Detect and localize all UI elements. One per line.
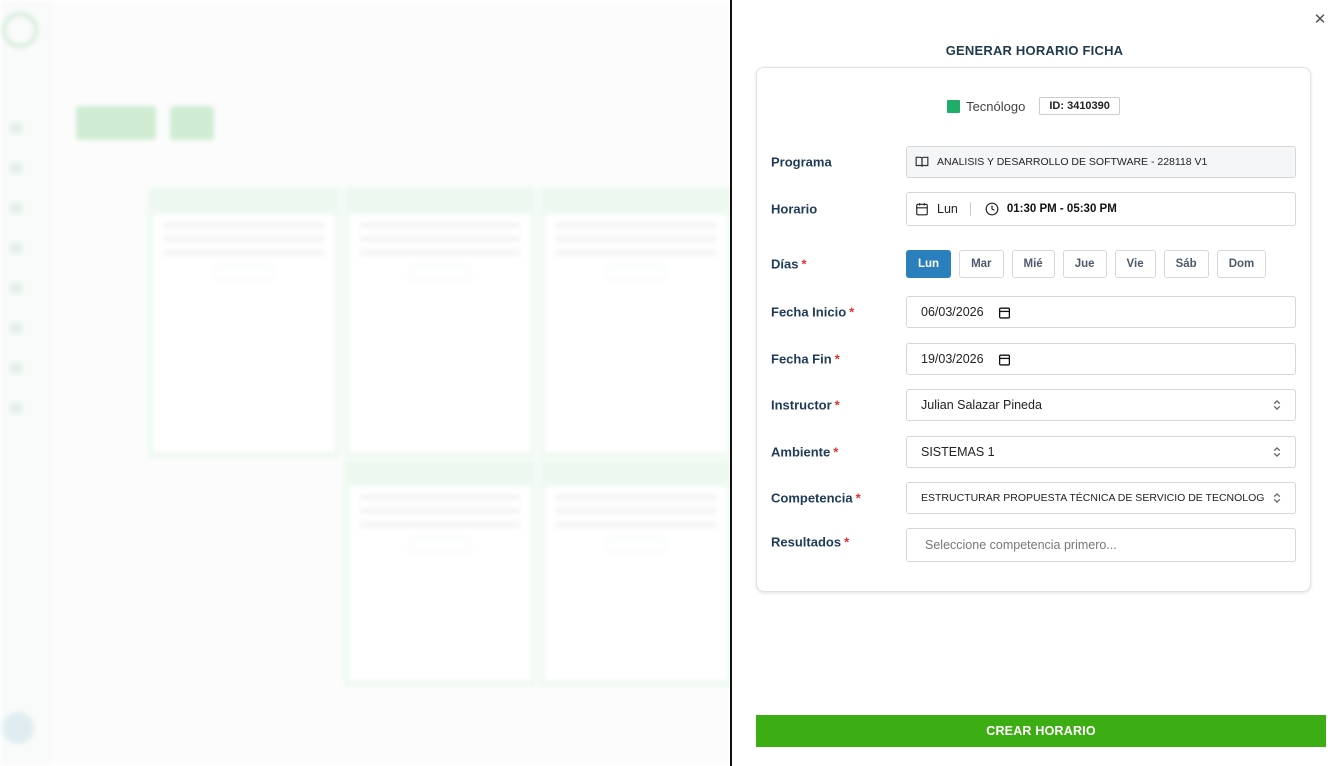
required-mark: * xyxy=(855,490,861,506)
instructor-label: Instructor * xyxy=(771,398,840,413)
resultados-label: Resultados * xyxy=(771,535,849,550)
fecha-fin-value: 19/03/2026 xyxy=(921,352,984,366)
day-button-lun[interactable]: Lun xyxy=(906,250,952,278)
fecha-fin-label-text: Fecha Fin xyxy=(771,351,832,367)
competencia-label: Competencia * xyxy=(771,491,861,506)
calendar-icon xyxy=(915,202,929,216)
instructor-row: Instructor * Julian Salazar Pineda xyxy=(771,389,1296,421)
modal-backdrop[interactable] xyxy=(0,0,731,766)
fecha-fin-label: Fecha Fin * xyxy=(771,352,840,367)
dias-label-text: Días xyxy=(771,256,799,272)
ambiente-label: Ambiente * xyxy=(771,445,838,460)
fecha-inicio-value: 06/03/2026 xyxy=(921,305,984,319)
required-mark: * xyxy=(844,534,850,550)
horario-time: 01:30 PM - 05:30 PM xyxy=(1006,203,1117,215)
programa-field: ANALISIS Y DESARROLLO DE SOFTWARE - 2281… xyxy=(906,146,1296,178)
fecha-inicio-label: Fecha Inicio * xyxy=(771,305,854,320)
calendar-picker-icon[interactable] xyxy=(998,353,1011,366)
clock-icon xyxy=(985,202,999,216)
close-icon[interactable]: ✕ xyxy=(1312,12,1328,28)
fecha-inicio-label-text: Fecha Inicio xyxy=(771,304,847,320)
resultados-placeholder: Seleccione competencia primero... xyxy=(925,538,1117,552)
resultados-label-text: Resultados xyxy=(771,534,842,550)
competencia-label-text: Competencia xyxy=(771,490,853,506)
select-chevron-icon xyxy=(1273,492,1281,504)
program-type-row: Tecnólogo ID: 3410390 xyxy=(757,97,1310,115)
generate-schedule-drawer: ✕ GENERAR HORARIO FICHA Tecnólogo ID: 34… xyxy=(730,0,1337,766)
tecnologo-color-swatch xyxy=(947,99,961,113)
day-button-mar[interactable]: Mar xyxy=(959,250,1004,278)
select-chevron-icon xyxy=(1273,446,1281,458)
required-mark: * xyxy=(834,397,840,413)
programa-label: Programa xyxy=(771,154,832,170)
resultados-multiselect[interactable]: Seleccione competencia primero... xyxy=(906,528,1296,562)
day-button-sab[interactable]: Sáb xyxy=(1163,250,1209,278)
dias-label: Días * xyxy=(771,257,807,272)
select-chevron-icon xyxy=(1273,399,1281,411)
horario-row: Horario Lun 01:30 PM - 05:30 PM xyxy=(771,192,1296,226)
competencia-row: Competencia * ESTRUCTURAR PROPUESTA TÉCNI… xyxy=(771,482,1296,514)
horario-day: Lun xyxy=(937,202,958,216)
ambiente-label-text: Ambiente xyxy=(771,444,831,460)
schedule-form-card: Tecnólogo ID: 3410390 Programa ANALISIS … xyxy=(756,67,1311,592)
instructor-label-text: Instructor xyxy=(771,397,832,413)
programa-row: Programa ANALISIS Y DESARROLLO DE SOFTWA… xyxy=(771,146,1296,178)
horario-label: Horario xyxy=(771,201,818,217)
program-type-label: Tecnólogo xyxy=(966,98,1026,114)
competencia-select[interactable]: ESTRUCTURAR PROPUESTA TÉCNICA DE SERVICI… xyxy=(906,482,1296,514)
instructor-select[interactable]: Julian Salazar Pineda xyxy=(906,389,1296,421)
day-button-mie[interactable]: Mié xyxy=(1011,250,1055,278)
horario-field: Lun 01:30 PM - 05:30 PM xyxy=(906,192,1296,226)
calendar-picker-icon[interactable] xyxy=(998,306,1011,319)
days-selector: Lun Mar Mié Jue Vie Sáb Dom xyxy=(906,250,1267,278)
ambiente-row: Ambiente * SISTEMAS 1 xyxy=(771,436,1296,468)
required-mark: * xyxy=(849,304,855,320)
horario-separator xyxy=(969,202,971,216)
fecha-fin-input[interactable]: 19/03/2026 xyxy=(906,343,1296,375)
programa-value: ANALISIS Y DESARROLLO DE SOFTWARE - 2281… xyxy=(937,156,1208,168)
book-icon xyxy=(915,155,929,169)
competencia-value: ESTRUCTURAR PROPUESTA TÉCNICA DE SERVICI… xyxy=(921,492,1265,504)
drawer-title: GENERAR HORARIO FICHA xyxy=(945,43,1124,58)
fecha-fin-row: Fecha Fin * 19/03/2026 xyxy=(771,343,1296,375)
ambiente-select[interactable]: SISTEMAS 1 xyxy=(906,436,1296,468)
create-schedule-button[interactable]: CREAR HORARIO xyxy=(756,715,1326,747)
required-mark: * xyxy=(834,351,840,367)
dias-row: Días * Lun Mar Mié Jue Vie Sáb Dom xyxy=(771,250,1296,278)
ficha-id-badge: ID: 3410390 xyxy=(1039,97,1120,115)
required-mark: * xyxy=(801,256,807,272)
day-button-vie[interactable]: Vie xyxy=(1114,250,1156,278)
day-button-dom[interactable]: Dom xyxy=(1216,250,1267,278)
fecha-inicio-input[interactable]: 06/03/2026 xyxy=(906,296,1296,328)
instructor-value: Julian Salazar Pineda xyxy=(921,398,1042,412)
resultados-row: Resultados * Seleccione competencia prime… xyxy=(771,528,1296,562)
ambiente-value: SISTEMAS 1 xyxy=(921,445,995,459)
day-button-jue[interactable]: Jue xyxy=(1062,250,1107,278)
fecha-inicio-row: Fecha Inicio * 06/03/2026 xyxy=(771,296,1296,328)
required-mark: * xyxy=(833,444,839,460)
